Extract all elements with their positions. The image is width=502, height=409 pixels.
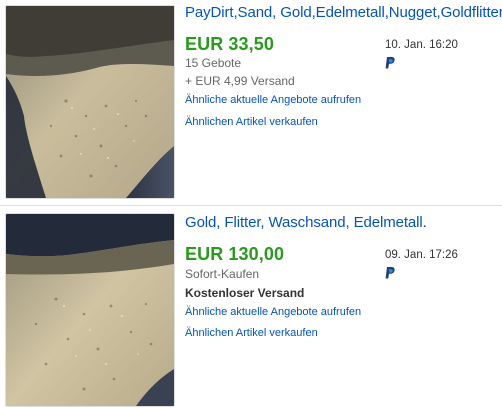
listing-thumbnail[interactable] (5, 5, 175, 199)
listing-price: EUR 33,50 (185, 34, 274, 54)
paypal-icon (385, 266, 395, 279)
similar-offers-link[interactable]: Ähnliche aktuelle Angebote aufrufen (185, 94, 361, 106)
listing-price: EUR 130,00 (185, 244, 285, 264)
shipping-cost: + EUR 4,99 Versand (185, 74, 295, 88)
bid-count: 15 Gebote (185, 56, 242, 70)
sand-photo-image (6, 6, 174, 198)
free-shipping-label: Kostenloser Versand (185, 286, 305, 300)
paypal-icon (385, 56, 395, 69)
end-date: 10. Jan. 16:20 (385, 39, 458, 51)
listing-thumbnail[interactable] (5, 213, 175, 407)
sand-photo-image (6, 214, 174, 406)
listing-title-link[interactable]: PayDirt,Sand, Gold,Edelmetall,Nugget,Gol… (185, 4, 502, 21)
listing-divider (0, 205, 502, 206)
end-date: 09. Jan. 17:26 (385, 249, 458, 261)
sell-similar-link[interactable]: Ähnlichen Artikel verkaufen (185, 116, 318, 128)
sell-similar-link[interactable]: Ähnlichen Artikel verkaufen (185, 327, 318, 339)
buy-it-now-label: Sofort-Kaufen (185, 267, 260, 281)
listing-title-link[interactable]: Gold, Flitter, Waschsand, Edelmetall. (185, 214, 427, 231)
similar-offers-link[interactable]: Ähnliche aktuelle Angebote aufrufen (185, 306, 361, 318)
